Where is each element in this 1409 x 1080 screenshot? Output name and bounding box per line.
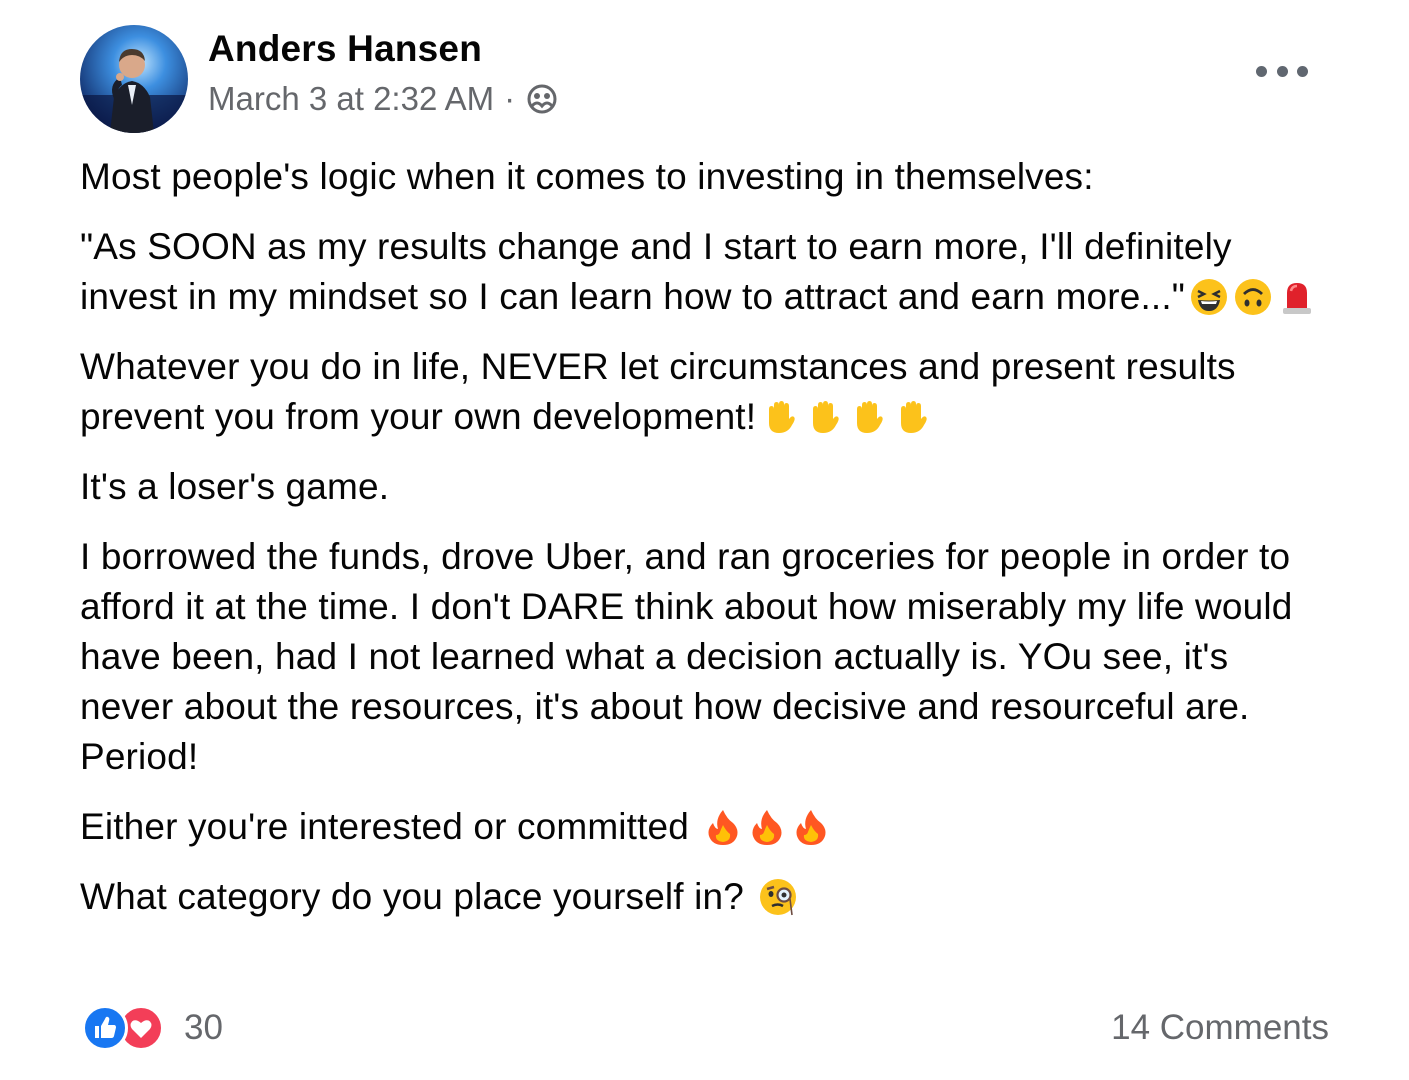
paragraph-2: "As SOON as my results change and I star… bbox=[80, 222, 1330, 322]
paragraph-6: Either you're interested or committed bbox=[80, 802, 1330, 852]
raised-hand-emoji-icon bbox=[848, 397, 888, 437]
avatar[interactable] bbox=[80, 25, 188, 133]
siren-emoji-icon bbox=[1277, 277, 1317, 317]
like-icon bbox=[82, 1005, 128, 1051]
raised-hand-emoji-icon bbox=[804, 397, 844, 437]
reactions-summary[interactable]: 30 bbox=[82, 1005, 223, 1051]
author-name[interactable]: Anders Hansen bbox=[208, 28, 482, 70]
post-timestamp[interactable]: March 3 at 2:32 AM bbox=[208, 80, 494, 118]
post-meta: March 3 at 2:32 AM · bbox=[208, 80, 559, 118]
laughing-squint-emoji-icon bbox=[1189, 277, 1229, 317]
paragraph-5: I borrowed the funds, drove Uber, and ra… bbox=[80, 536, 1293, 777]
fire-emoji-icon bbox=[747, 807, 787, 847]
facebook-post: Anders Hansen March 3 at 2:32 AM · Most … bbox=[0, 0, 1409, 1080]
reaction-count[interactable]: 30 bbox=[184, 1008, 223, 1048]
post-body: Most people's logic when it comes to inv… bbox=[80, 152, 1330, 942]
more-options-icon[interactable] bbox=[1256, 58, 1308, 84]
raised-hand-emoji-icon bbox=[760, 397, 800, 437]
paragraph-7: What category do you place yourself in? bbox=[80, 872, 1330, 922]
fire-emoji-icon bbox=[703, 807, 743, 847]
meta-separator: · bbox=[504, 80, 516, 117]
paragraph-4: It's a loser's game. bbox=[80, 466, 390, 507]
paragraph-3: Whatever you do in life, NEVER let circu… bbox=[80, 346, 1236, 437]
monocle-face-emoji-icon bbox=[758, 877, 798, 917]
upside-down-face-emoji-icon bbox=[1233, 277, 1273, 317]
fire-emoji-icon bbox=[791, 807, 831, 847]
comments-count-link[interactable]: 14 Comments bbox=[1111, 1005, 1329, 1051]
paragraph-1: Most people's logic when it comes to inv… bbox=[80, 156, 1094, 197]
friends-globe-icon[interactable] bbox=[525, 82, 559, 116]
raised-hand-emoji-icon bbox=[892, 397, 932, 437]
